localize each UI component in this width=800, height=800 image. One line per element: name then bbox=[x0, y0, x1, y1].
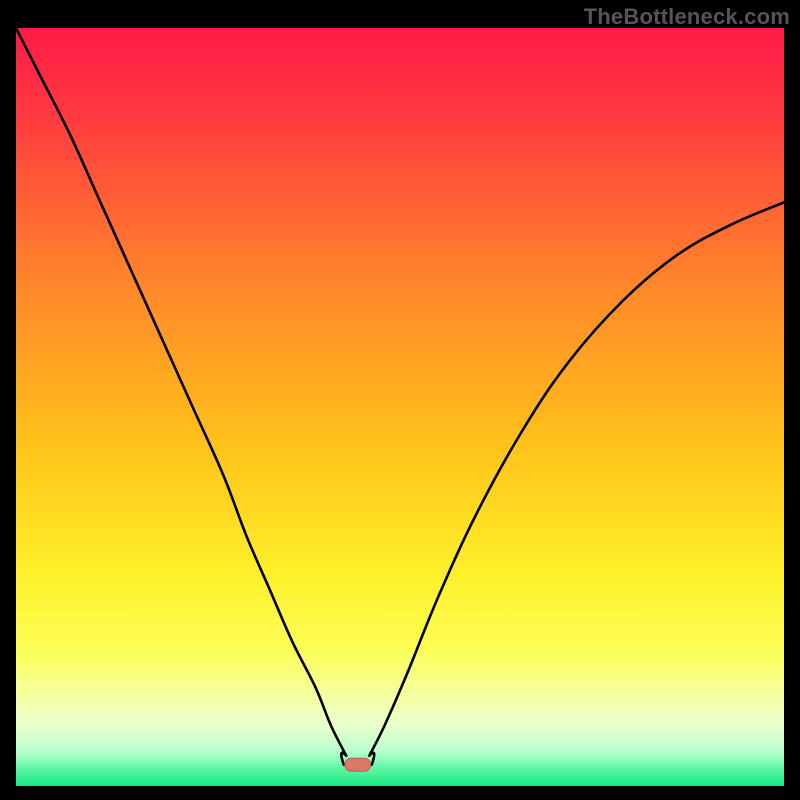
chart-frame: TheBottleneck.com bbox=[0, 0, 800, 800]
minimum-marker bbox=[345, 758, 371, 771]
gradient-background bbox=[16, 28, 784, 786]
watermark-label: TheBottleneck.com bbox=[584, 4, 790, 30]
chart-svg bbox=[16, 28, 784, 786]
plot-area bbox=[16, 28, 784, 786]
